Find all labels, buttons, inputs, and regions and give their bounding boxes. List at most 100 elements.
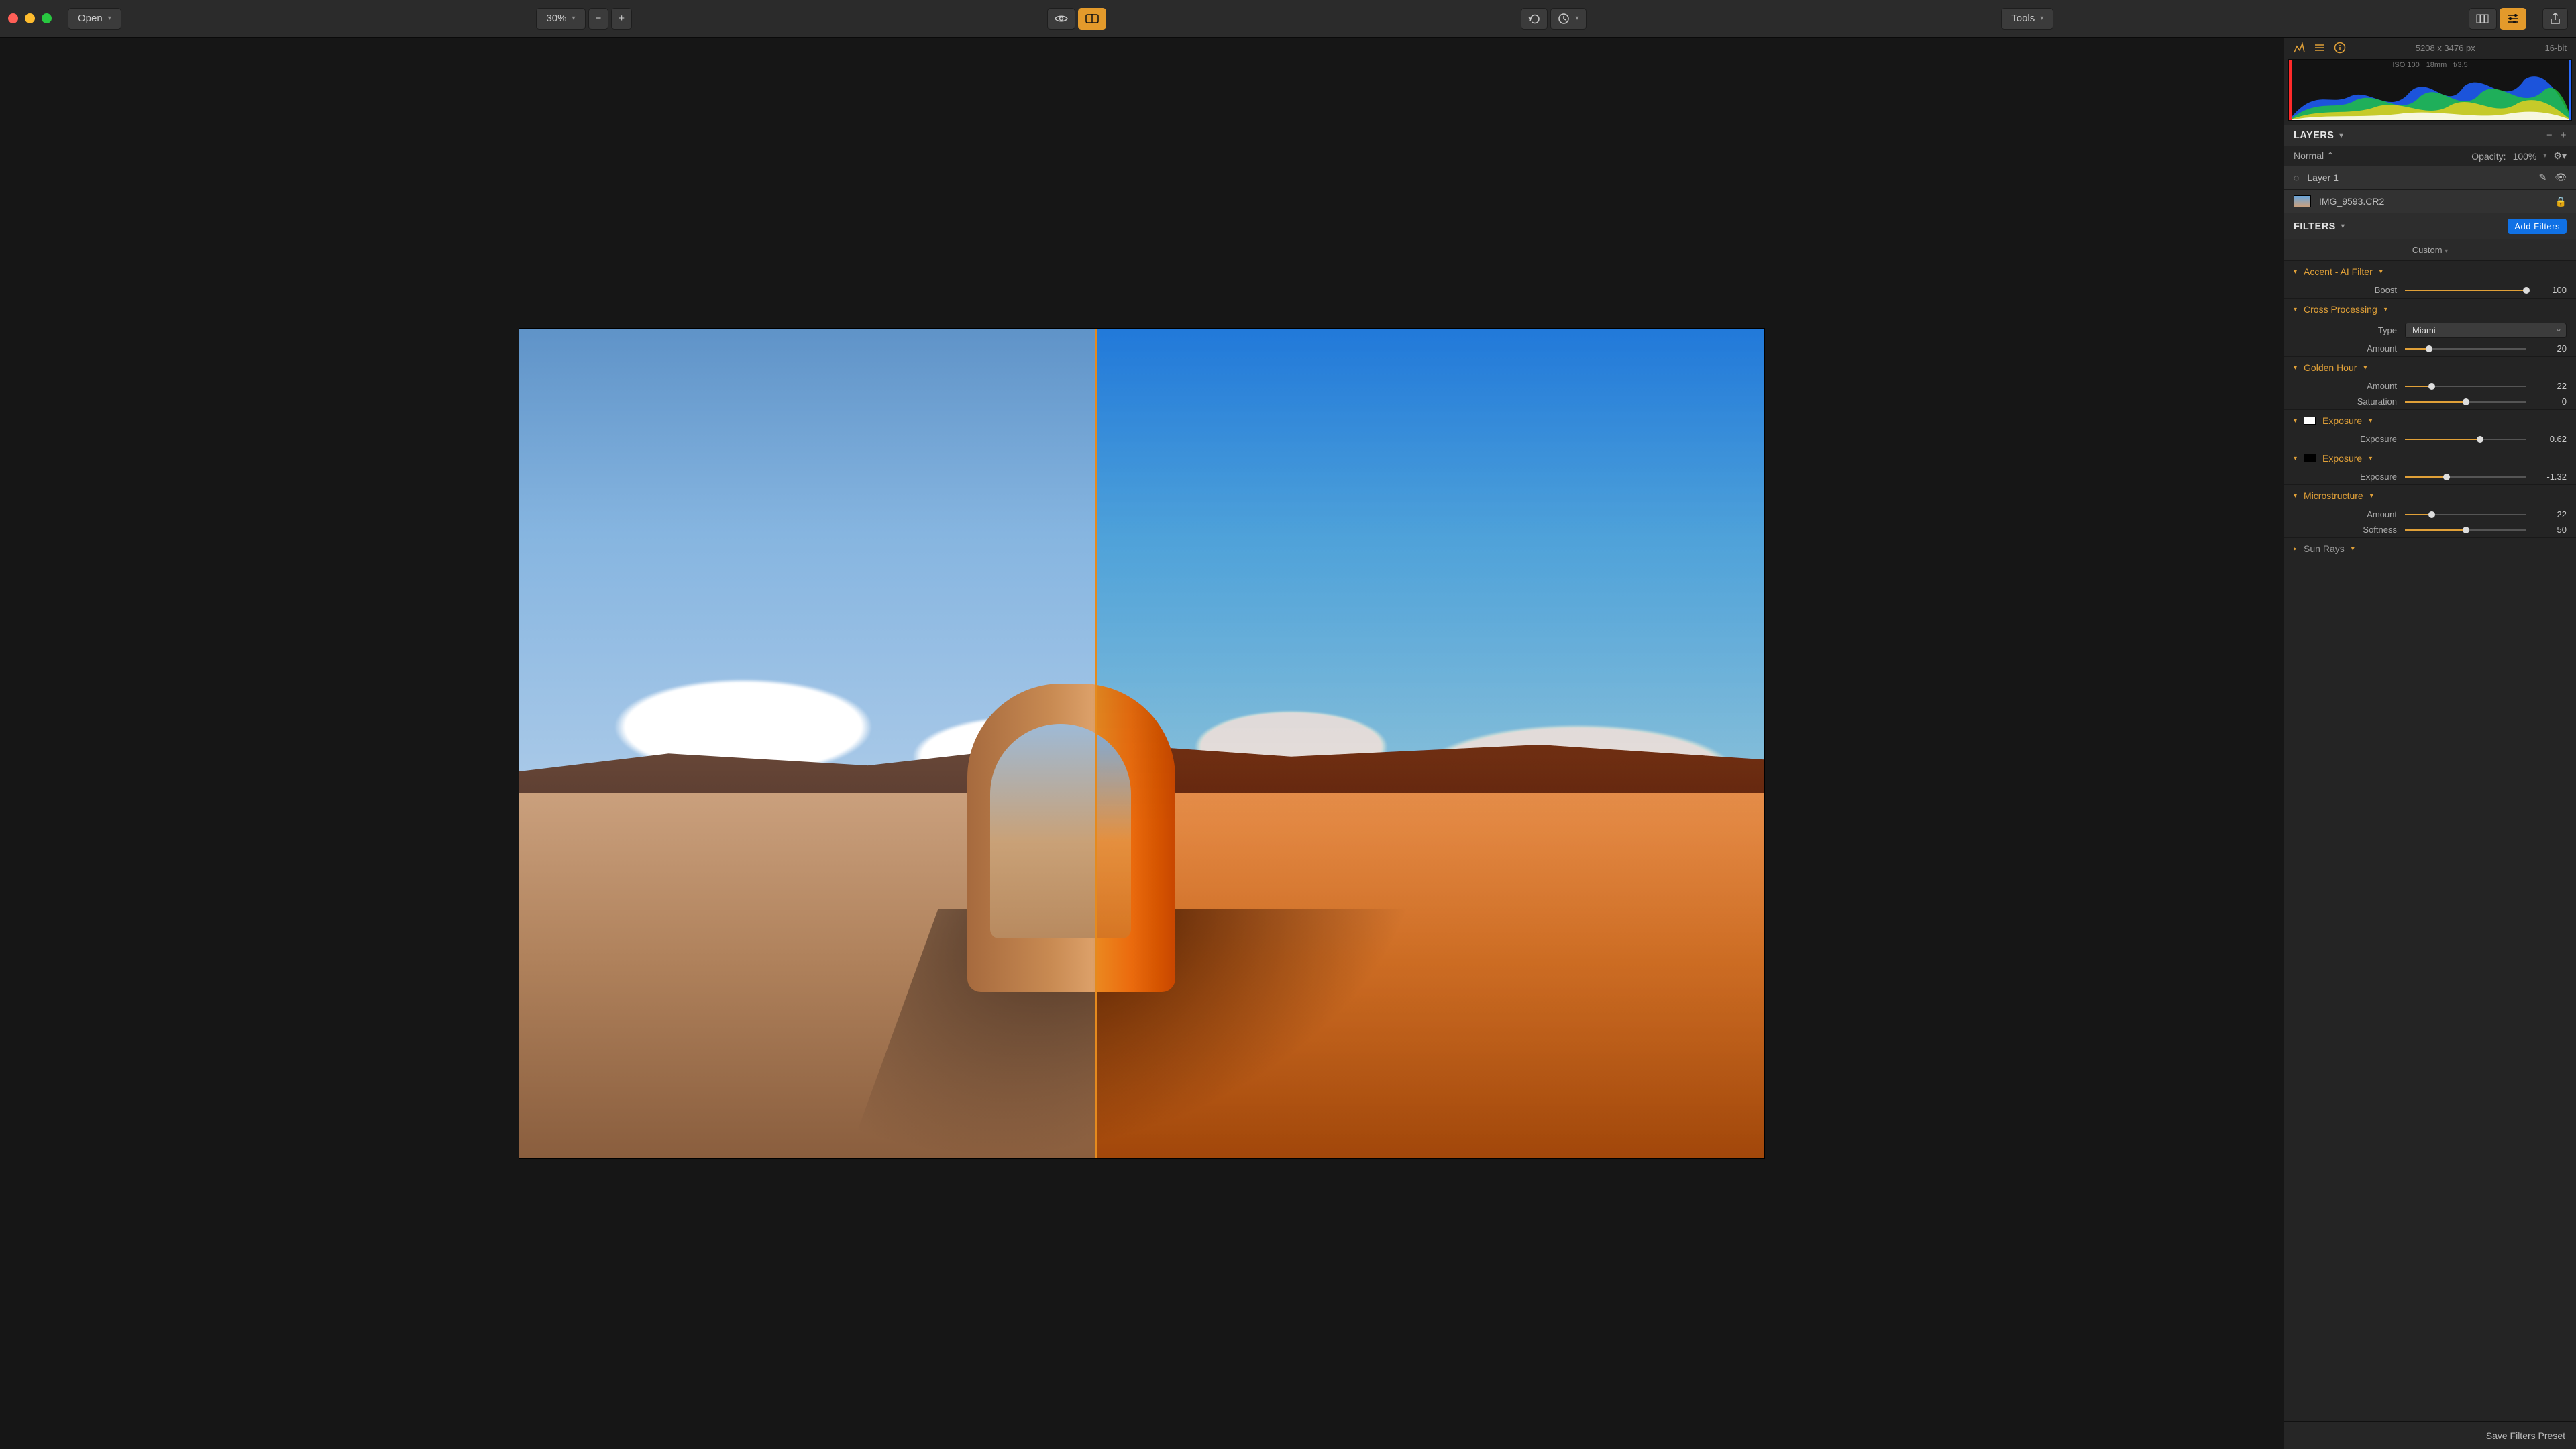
slider[interactable] — [2405, 473, 2526, 481]
filters-panel-button[interactable] — [2500, 8, 2526, 30]
filter-header[interactable]: ▾Microstructure▾ — [2284, 485, 2576, 506]
share-button[interactable] — [2542, 8, 2568, 30]
chevron-right-icon: ▸ — [2294, 545, 2297, 553]
zoom-out-button[interactable]: − — [588, 8, 609, 30]
histogram[interactable]: ISO 100 18mm f/3.5 — [2288, 59, 2572, 121]
preview-button[interactable] — [1047, 8, 1075, 30]
filter-header[interactable]: ▸ Sun Rays ▾ — [2284, 538, 2576, 559]
minimize-window-button[interactable] — [25, 13, 35, 23]
presets-icon — [2476, 14, 2489, 23]
close-window-button[interactable] — [8, 13, 18, 23]
compare-divider[interactable] — [1095, 329, 1097, 1158]
chevron-down-icon: ▾ — [2384, 306, 2387, 313]
layer-row[interactable]: IMG_9593.CR2 🔒 — [2284, 189, 2576, 213]
filter-panels: ▾Accent - AI Filter▾Boost 100▾Cross Proc… — [2284, 260, 2576, 559]
filter-name: Sun Rays — [2304, 543, 2345, 554]
gear-icon[interactable]: ⚙︎▾ — [2553, 150, 2567, 162]
tools-label: Tools — [2011, 13, 2035, 24]
filter-panel: ▾Golden Hour▾Amount 22Saturation 0 — [2284, 356, 2576, 409]
aperture-label: f/3.5 — [2453, 61, 2467, 69]
filter-header[interactable]: ▾Cross Processing▾ — [2284, 299, 2576, 320]
chevron-down-icon: ▾ — [108, 15, 111, 22]
focal-label: 18mm — [2426, 61, 2447, 69]
blend-mode[interactable]: Normal ⌃ — [2294, 150, 2334, 162]
control-value: 0 — [2534, 396, 2567, 407]
slider[interactable] — [2405, 286, 2526, 294]
app-root: Open ▾ 30% ▾ − + — [0, 0, 2576, 1449]
highlight-clip-indicator[interactable] — [2569, 60, 2571, 120]
minus-icon[interactable]: − — [2546, 130, 2553, 141]
image-bitdepth: 16-bit — [2544, 43, 2567, 53]
history-button[interactable]: ▾ — [1550, 8, 1586, 30]
plus-icon[interactable]: + — [2561, 130, 2567, 141]
canvas-viewport[interactable]: Before After — [0, 38, 2284, 1449]
control-value: 22 — [2534, 509, 2567, 519]
layers-header[interactable]: LAYERS ▾ − + — [2284, 125, 2576, 146]
slider[interactable] — [2405, 345, 2526, 353]
chevron-down-icon: ▾ — [2339, 132, 2343, 140]
undo-button[interactable] — [1521, 8, 1548, 30]
slider[interactable] — [2405, 511, 2526, 519]
chevron-down-icon: ▾ — [2294, 455, 2297, 462]
history-group: ▾ — [1521, 8, 1586, 30]
compare-icon — [1085, 14, 1099, 23]
control-label: Amount — [2331, 509, 2397, 519]
presets-panel-button[interactable] — [2469, 8, 2497, 30]
compare-split-button[interactable] — [1078, 8, 1106, 30]
slider[interactable] — [2405, 398, 2526, 406]
control-label: Exposure — [2331, 472, 2397, 482]
filter-header[interactable]: ▾Exposure▾ — [2284, 447, 2576, 469]
info-icon[interactable] — [2334, 42, 2346, 54]
shadow-clip-indicator[interactable] — [2289, 60, 2292, 120]
zoom-group: 30% ▾ − + — [536, 8, 632, 30]
chevron-down-icon: ▾ — [1575, 15, 1578, 22]
opacity-label: Opacity: — [2471, 151, 2506, 162]
layer-row[interactable]: ◌ Layer 1 ✎ 👁 — [2284, 166, 2576, 189]
image-before — [519, 329, 1095, 1158]
iso-label: ISO 100 — [2392, 61, 2419, 69]
side-panel: 5208 x 3476 px 16-bit ISO 100 18mm f/3.5 — [2284, 38, 2576, 1449]
filter-header[interactable]: ▾Accent - AI Filter▾ — [2284, 261, 2576, 282]
slider[interactable] — [2405, 435, 2526, 443]
control-value: 0.62 — [2534, 434, 2567, 444]
side-toggle-group — [2469, 8, 2526, 30]
open-label: Open — [78, 13, 103, 24]
filter-name: Accent - AI Filter — [2304, 266, 2373, 277]
save-preset-button[interactable]: Save Filters Preset — [2284, 1421, 2576, 1449]
slider[interactable] — [2405, 526, 2526, 534]
image-canvas: Before After — [519, 329, 1764, 1158]
chevron-down-icon: ▾ — [2294, 364, 2297, 372]
top-toolbar: Open ▾ 30% ▾ − + — [0, 0, 2576, 38]
zoom-in-button[interactable]: + — [611, 8, 632, 30]
open-menu[interactable]: Open ▾ — [68, 8, 121, 30]
control-value: -1.32 — [2534, 472, 2567, 482]
batch-icon[interactable] — [2314, 42, 2326, 53]
chevron-down-icon: ▾ — [2370, 492, 2373, 500]
filter-header[interactable]: ▾Exposure▾ — [2284, 410, 2576, 431]
select-input[interactable]: Miami — [2405, 323, 2567, 338]
visibility-icon[interactable]: 👁 — [2555, 172, 2567, 183]
control-label: Boost — [2331, 285, 2397, 295]
filter-control: Type Miami — [2284, 320, 2576, 341]
chevron-down-icon: ▾ — [2351, 545, 2355, 553]
opacity-value[interactable]: 100% — [2513, 151, 2537, 162]
main-area: Before After 5208 x 3476 px 16-bit ISO 1… — [0, 38, 2576, 1449]
add-filters-button[interactable]: Add Filters — [2508, 219, 2567, 234]
zoom-level[interactable]: 30% ▾ — [536, 8, 585, 30]
layer-name: IMG_9593.CR2 — [2319, 196, 2384, 207]
tools-menu[interactable]: Tools ▾ — [2001, 8, 2053, 30]
filter-control: Amount 20 — [2284, 341, 2576, 356]
preset-name: Custom — [2412, 245, 2443, 255]
filter-header[interactable]: ▾Golden Hour▾ — [2284, 357, 2576, 378]
histogram-icon[interactable] — [2294, 42, 2306, 53]
slider[interactable] — [2405, 382, 2526, 390]
brush-icon[interactable]: ✎ — [2538, 172, 2546, 183]
fullscreen-window-button[interactable] — [42, 13, 52, 23]
filters-header[interactable]: FILTERS ▾ Add Filters — [2284, 213, 2576, 239]
share-icon — [2550, 13, 2561, 25]
chevron-down-icon: ▾ — [2294, 268, 2297, 276]
filter-control: Saturation 0 — [2284, 394, 2576, 409]
control-label: Type — [2331, 325, 2397, 335]
preset-selector[interactable]: Custom ▾ — [2284, 239, 2576, 260]
lock-icon: 🔒 — [2555, 196, 2567, 207]
